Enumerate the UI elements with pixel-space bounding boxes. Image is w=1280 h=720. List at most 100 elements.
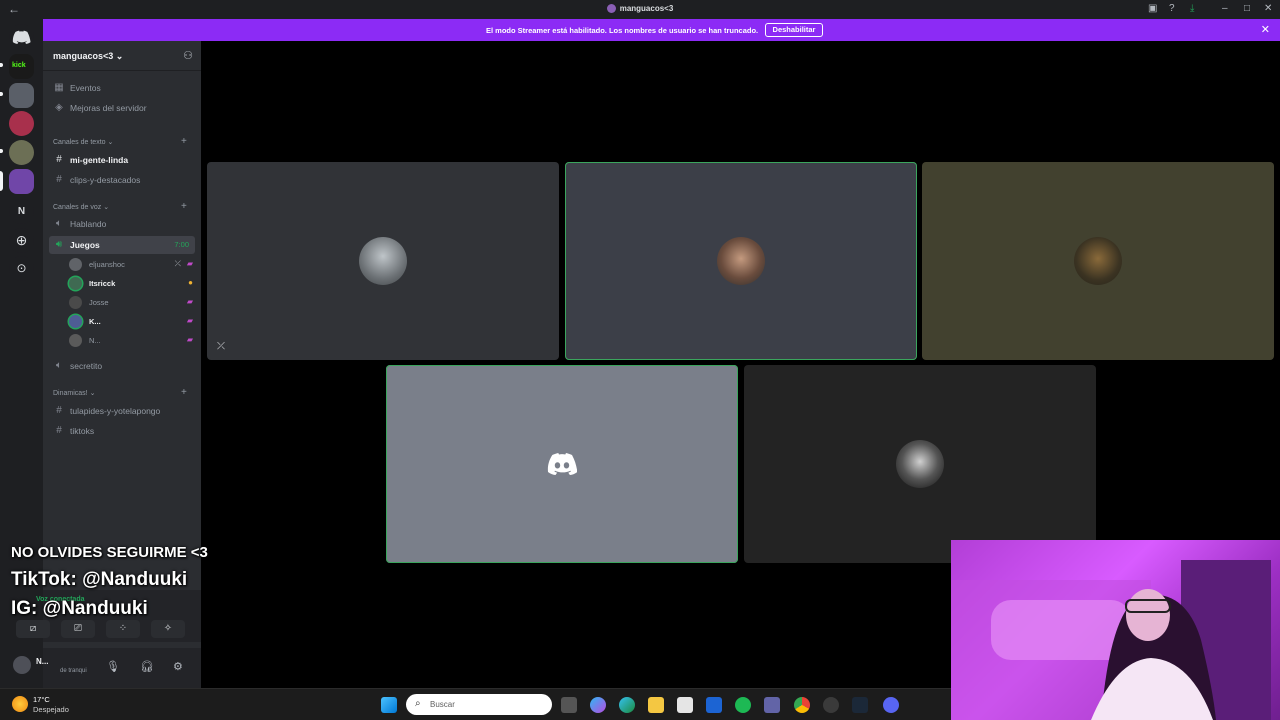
window-title: manguacos<3	[0, 4, 1280, 13]
voice-user-name: eljuanshoc	[89, 260, 125, 269]
selected-indicator	[0, 171, 3, 191]
file-explorer-icon[interactable]	[648, 697, 664, 713]
voice-user[interactable]: Itsricck ●	[69, 275, 195, 292]
store-icon[interactable]	[677, 697, 693, 713]
server-manguacos-icon[interactable]	[9, 169, 34, 194]
voice-user[interactable]: eljuanshoc ⤫ ▰	[69, 256, 195, 273]
voice-user[interactable]: K... ▰	[69, 313, 195, 330]
channel-mi-gente-linda[interactable]: # mi-gente-linda	[49, 151, 195, 169]
taskbar-search[interactable]: ⌕ Buscar	[406, 694, 552, 715]
chrome-icon[interactable]	[794, 697, 810, 713]
boost-icon: ◈	[55, 102, 63, 113]
search-placeholder: Buscar	[430, 700, 455, 709]
banner-text: El modo Streamer está habilitado. Los no…	[486, 26, 759, 35]
channel-tulapides[interactable]: # tulapides-y-yotelapongo	[49, 402, 195, 420]
add-channel-icon[interactable]: +	[181, 201, 187, 212]
edge-icon[interactable]	[619, 697, 635, 713]
close-banner-icon[interactable]: ✕	[1261, 23, 1270, 36]
server-n-icon[interactable]: N	[9, 199, 34, 224]
activities-button[interactable]: ⁘	[106, 620, 140, 638]
explore-icon[interactable]: ⊙	[9, 256, 34, 281]
headphones-icon[interactable]: 🎧︎	[140, 660, 154, 673]
streamer-mode-banner: El modo Streamer está habilitado. Los no…	[43, 19, 1280, 41]
category-dinamicas[interactable]: Dinamicas! ⌄ +	[53, 387, 187, 398]
muted-icon: ⤫	[174, 259, 181, 268]
avatar	[359, 237, 407, 285]
add-channel-icon[interactable]: +	[181, 387, 187, 398]
hash-icon: #	[56, 405, 62, 416]
temperature: 17°C	[33, 695, 50, 704]
voice-user-name: Josse	[89, 298, 109, 307]
server-header[interactable]: manguacos<3 ⌄ ⚇	[43, 41, 201, 71]
invite-icon[interactable]: ⚇	[183, 49, 193, 62]
server-icon-2[interactable]	[9, 83, 34, 108]
video-tile[interactable]	[744, 365, 1096, 563]
server-icon-3[interactable]	[9, 111, 34, 136]
weather-text: Despejado	[33, 705, 69, 714]
video-tile[interactable]	[922, 162, 1274, 360]
speaker-icon: 🔊︎	[55, 239, 63, 250]
voice-user[interactable]: N... ▰	[69, 332, 195, 349]
camera-off-button[interactable]: ⧄	[16, 620, 50, 638]
user-name: N...	[36, 657, 49, 666]
voice-channel-secretito[interactable]: 🔈︎ secretito	[49, 357, 195, 375]
steam-icon[interactable]	[852, 697, 868, 713]
channel-clips-y-destacados[interactable]: # clips-y-destacados	[49, 171, 195, 189]
discord-home-icon[interactable]	[9, 24, 34, 49]
soundboard-button[interactable]: ✧	[151, 620, 185, 638]
overlay-follow-text: NO OLVIDES SEGUIRME <3	[11, 544, 208, 561]
events-item[interactable]: ▦ Eventos	[49, 79, 195, 97]
avatar	[1074, 237, 1122, 285]
search-icon: ⌕	[415, 698, 421, 709]
discord-taskbar-icon[interactable]	[883, 697, 899, 713]
category-text[interactable]: Canales de texto ⌄ +	[53, 136, 187, 147]
avatar	[69, 334, 82, 347]
avatar	[69, 296, 82, 309]
copilot-icon[interactable]	[590, 697, 606, 713]
webcam-image	[951, 560, 1271, 720]
video-tile-speaking[interactable]	[386, 365, 738, 563]
video-tile[interactable]: ⤫	[207, 162, 559, 360]
download-icon[interactable]: ⤓	[1190, 3, 1194, 14]
category-text-label: Canales de texto ⌄	[53, 139, 114, 146]
category-voice-label: Canales de voz ⌄	[53, 204, 110, 211]
obs-icon[interactable]	[823, 697, 839, 713]
activity-icon: ●	[188, 278, 193, 287]
unread-indicator	[0, 92, 3, 96]
task-view-icon[interactable]	[561, 697, 577, 713]
channel-tiktoks[interactable]: # tiktoks	[49, 422, 195, 440]
voice-channel-hablando[interactable]: 🔈︎ Hablando	[49, 215, 195, 233]
window-title-text: manguacos<3	[619, 4, 674, 13]
channel-label: secretito	[70, 361, 103, 371]
category-voice[interactable]: Canales de voz ⌄ +	[53, 201, 187, 212]
avatar	[717, 237, 765, 285]
disable-streamer-button[interactable]: Deshabilitar	[765, 23, 823, 37]
boosts-label: Mejoras del servidor	[70, 103, 147, 113]
voice-user[interactable]: Josse ▰	[69, 294, 195, 311]
settings-gear-icon[interactable]: ⚙	[173, 660, 183, 673]
user-status: de tranqui	[60, 668, 87, 674]
weather-icon[interactable]	[12, 696, 28, 712]
screen-share-button[interactable]: ⎚	[61, 620, 95, 638]
inbox-icon[interactable]: ▣	[1148, 3, 1157, 14]
boosts-item[interactable]: ◈ Mejoras del servidor	[49, 99, 195, 117]
server-kick-icon[interactable]: kick	[9, 54, 34, 79]
microphone-icon[interactable]: 🎙︎	[106, 660, 120, 673]
spotify-icon[interactable]	[735, 697, 751, 713]
windows-start-icon[interactable]	[381, 697, 397, 713]
overlay-instagram-text: IG: @Nanduuki	[11, 598, 148, 619]
video-tile-speaking[interactable]	[565, 162, 917, 360]
server-icon-4[interactable]	[9, 140, 34, 165]
maximize-icon[interactable]: □	[1244, 3, 1250, 14]
mail-icon[interactable]	[706, 697, 722, 713]
avatar	[896, 440, 944, 488]
help-icon[interactable]: ?	[1169, 3, 1175, 14]
minimize-icon[interactable]: –	[1222, 3, 1228, 14]
hash-icon: #	[56, 425, 62, 436]
add-server-icon[interactable]: ⊕	[9, 228, 34, 253]
avatar[interactable]	[13, 656, 31, 674]
voice-channel-juegos[interactable]: 🔊︎ Juegos 7:00	[49, 236, 195, 254]
close-window-icon[interactable]: ✕	[1264, 3, 1272, 14]
teams-icon[interactable]	[764, 697, 780, 713]
add-channel-icon[interactable]: +	[181, 136, 187, 147]
